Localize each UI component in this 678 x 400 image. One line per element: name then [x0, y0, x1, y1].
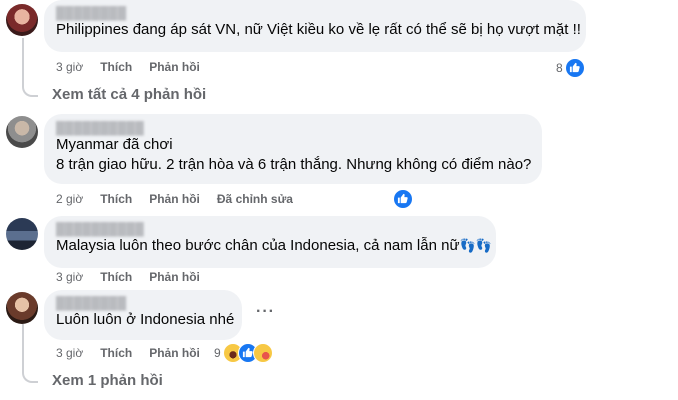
avatar[interactable] — [6, 218, 38, 250]
comment-bubble: ██████████ Malaysia luôn theo bước chân … — [44, 216, 496, 268]
comment-actions: 2 giờ Thích Phản hồi Đã chỉnh sửa — [56, 191, 310, 207]
comment-text-line-2: 8 trận giao hữu. 2 trận hòa và 6 trận th… — [56, 156, 532, 173]
like-button[interactable]: Thích — [100, 270, 132, 284]
thread-line-top — [22, 38, 24, 86]
comment-actions: 3 giờ Thích Phản hồi — [56, 59, 217, 75]
like-reaction-icon — [393, 189, 413, 209]
reply-button[interactable]: Phản hồi — [149, 192, 200, 206]
avatar[interactable] — [6, 292, 38, 324]
reply-button[interactable]: Phản hồi — [149, 346, 200, 360]
thread-elbow-bottom — [22, 369, 38, 383]
thread-line-bottom — [22, 324, 24, 372]
reaction-summary[interactable]: 9 — [214, 343, 273, 363]
like-reaction-icon — [564, 58, 585, 78]
comment-actions: 3 giờ Thích Phản hồi — [56, 269, 217, 285]
like-button[interactable]: Thích — [100, 192, 132, 206]
like-button[interactable]: Thích — [100, 346, 132, 360]
timestamp[interactable]: 3 giờ — [56, 270, 83, 284]
view-all-replies-link[interactable]: Xem tất cả 4 phản hồi — [52, 86, 206, 103]
reply-button[interactable]: Phản hồi — [149, 60, 200, 74]
like-button[interactable]: Thích — [100, 60, 132, 74]
reaction-summary[interactable] — [393, 189, 413, 209]
care-reaction-icon — [252, 343, 273, 363]
comment-text-line-1: Myanmar đã chơi — [56, 136, 173, 153]
commenter-name[interactable]: ████████ — [56, 296, 230, 310]
comment-text: Philippines đang áp sát VN, nữ Việt kiều… — [56, 21, 581, 38]
timestamp[interactable]: 3 giờ — [56, 60, 83, 74]
timestamp[interactable]: 3 giờ — [56, 346, 83, 360]
reaction-count: 9 — [214, 346, 221, 360]
view-one-reply-link[interactable]: Xem 1 phản hồi — [52, 372, 163, 389]
reaction-count: 8 — [556, 61, 563, 75]
thread-elbow-top — [22, 83, 38, 97]
comment-bubble: ████████ Luôn luôn ở Indonesia nhé — [44, 290, 242, 340]
comment-actions: 3 giờ Thích Phản hồi — [56, 345, 217, 361]
reaction-summary[interactable]: 8 — [556, 58, 585, 78]
comment-text: Malaysia luôn theo bước chân của Indones… — [56, 237, 492, 254]
commenter-name[interactable]: ██████████ — [56, 121, 530, 135]
commenter-name[interactable]: ████████ — [56, 6, 574, 20]
comment-bubble: ████████ Philippines đang áp sát VN, nữ … — [44, 0, 586, 52]
commenter-name[interactable]: ██████████ — [56, 222, 484, 236]
comment-bubble: ██████████ Myanmar đã chơi 8 trận giao h… — [44, 114, 542, 184]
avatar[interactable] — [6, 116, 38, 148]
footprints-icon: 👣👣 — [459, 238, 492, 253]
timestamp[interactable]: 2 giờ — [56, 192, 83, 206]
more-options-icon[interactable]: ··· — [256, 303, 275, 321]
comment-text: Luôn luôn ở Indonesia nhé — [56, 311, 235, 328]
avatar[interactable] — [6, 4, 38, 36]
edited-label: Đã chỉnh sửa — [216, 192, 293, 206]
reply-button[interactable]: Phản hồi — [149, 270, 200, 284]
